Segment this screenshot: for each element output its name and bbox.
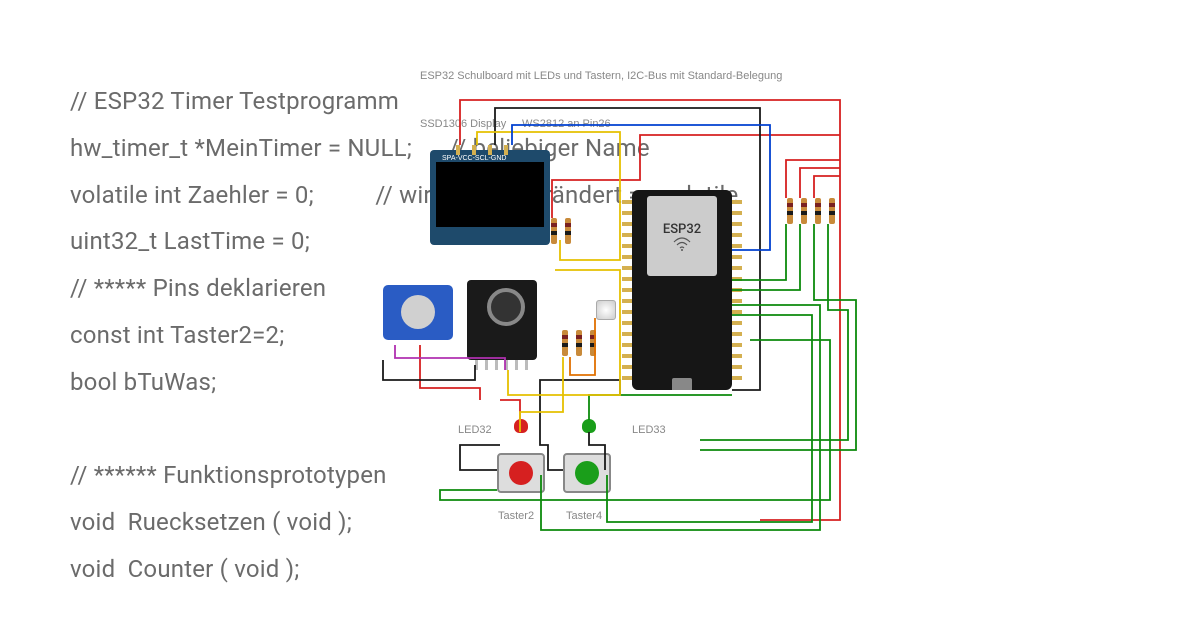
taster4-label: Taster4 (566, 510, 602, 522)
resistor-bank-bottom (558, 330, 600, 360)
ws2812-led (596, 300, 616, 320)
resistor-bank-mid (547, 218, 575, 248)
potentiometer (383, 285, 453, 340)
taster2-label: Taster2 (498, 510, 534, 522)
led32-label: LED32 (458, 424, 492, 436)
oled-display (430, 150, 550, 245)
esp32-board: ESP32 (632, 190, 732, 390)
rotary-encoder (467, 280, 537, 360)
resistor-bank-right (783, 198, 839, 228)
display-label: SSD1306 Display (420, 118, 506, 130)
led32 (514, 419, 528, 433)
taster4-button (563, 453, 611, 493)
mcu-label: ESP32 (663, 222, 701, 237)
taster2-button (497, 453, 545, 493)
ws2812-label: WS2812 an Pin26 (522, 118, 611, 130)
wifi-icon (673, 237, 691, 251)
oled-pin-label: SPA-VCC-SCL-GND (442, 155, 506, 162)
wiring-diagram: ESP32 Schulboard mit LEDs und Tastern, I… (0, 0, 1200, 630)
board-title: ESP32 Schulboard mit LEDs und Tastern, I… (420, 70, 782, 82)
led33 (582, 419, 596, 433)
led33-label: LED33 (632, 424, 666, 436)
